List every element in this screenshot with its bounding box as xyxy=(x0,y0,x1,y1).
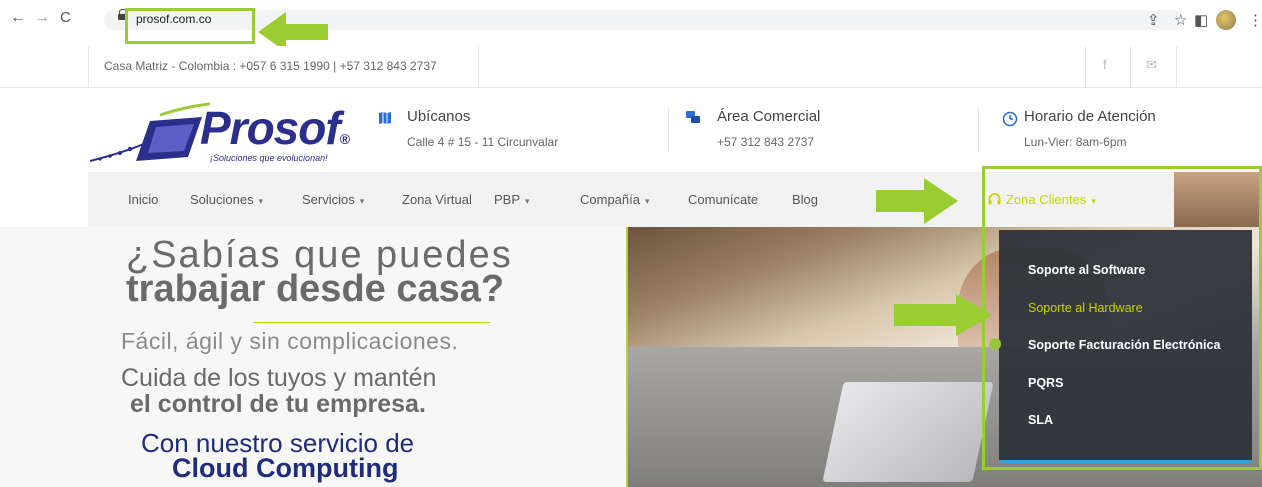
nav-pbp[interactable]: PBP ▾ xyxy=(494,192,530,207)
location-title: Ubícanos xyxy=(407,108,471,125)
facebook-icon[interactable]: f xyxy=(1103,57,1107,72)
nav-compania-label: Compañía xyxy=(580,192,640,207)
nav-soluciones-label: Soluciones xyxy=(190,192,254,207)
nav-zona-virtual[interactable]: Zona Virtual xyxy=(402,192,472,207)
hours-title: Horario de Atención xyxy=(1024,108,1156,125)
hours-text: Lun-Vier: 8am-6pm xyxy=(1024,135,1127,149)
hero-line-work-home: trabajar desde casa? xyxy=(126,268,505,310)
chevron-down-icon: ▾ xyxy=(258,196,264,206)
commercial-phone: +57 312 843 2737 xyxy=(717,135,815,149)
prosof-logo[interactable]: Prosof® ¡Soluciones que evolucionan! xyxy=(90,97,350,165)
hero-line-easy: Fácil, ágil y sin complicaciones. xyxy=(121,328,459,354)
logo-tagline: ¡Soluciones que evolucionan! xyxy=(210,153,328,163)
profile-avatar[interactable] xyxy=(1216,10,1236,30)
side-panel-icon[interactable]: ◧ xyxy=(1194,11,1208,29)
chat-icon xyxy=(686,111,700,123)
hero-line-control: el control de tu empresa. xyxy=(130,390,426,418)
clock-icon xyxy=(1002,111,1018,127)
nav-comunicate[interactable]: Comunícate xyxy=(688,192,758,207)
nav-servicios[interactable]: Servicios ▾ xyxy=(302,192,364,207)
nav-soluciones[interactable]: Soluciones ▾ xyxy=(190,192,263,207)
hero-line-care: Cuida de los tuyos y mantén xyxy=(121,364,437,392)
nav-pointer-arrow-icon xyxy=(876,178,958,224)
hardware-pointer-arrow-icon xyxy=(894,294,992,336)
email-icon[interactable]: ✉ xyxy=(1146,57,1157,73)
zona-clientes-highlight-box xyxy=(982,166,1262,470)
chevron-down-icon: ▾ xyxy=(359,196,365,206)
nav-compania[interactable]: Compañía ▾ xyxy=(580,192,650,207)
back-arrow-icon[interactable]: ← xyxy=(10,9,26,27)
map-icon xyxy=(379,112,391,124)
share-icon[interactable]: ⇪ xyxy=(1147,11,1160,29)
contact-phone-text: Casa Matriz - Colombia : +057 6 315 1990… xyxy=(104,59,437,73)
nav-servicios-label: Servicios xyxy=(302,192,355,207)
registered-mark: ® xyxy=(339,131,350,147)
hero-accent-line xyxy=(253,322,490,323)
nav-blog[interactable]: Blog xyxy=(792,192,818,207)
logo-swoosh-icon xyxy=(90,102,210,162)
chevron-down-icon: ▾ xyxy=(644,196,650,206)
reload-icon[interactable]: C xyxy=(60,9,71,26)
commercial-title: Área Comercial xyxy=(717,108,821,125)
hero-line-cloud: Cloud Computing xyxy=(172,453,399,483)
browser-menu-icon[interactable]: ⋮ xyxy=(1248,11,1262,29)
location-address: Calle 4 # 15 - 11 Circunvalar xyxy=(407,135,559,149)
chevron-down-icon: ▾ xyxy=(525,196,530,206)
nav-inicio[interactable]: Inicio xyxy=(128,192,158,207)
bookmark-star-icon[interactable]: ☆ xyxy=(1174,11,1187,29)
logo-wordmark: Prosof xyxy=(200,102,341,154)
url-highlight-box xyxy=(125,8,255,44)
nav-pbp-label: PBP xyxy=(494,192,521,207)
forward-arrow-icon[interactable]: → xyxy=(34,9,50,27)
hero-photo-border xyxy=(626,227,628,487)
